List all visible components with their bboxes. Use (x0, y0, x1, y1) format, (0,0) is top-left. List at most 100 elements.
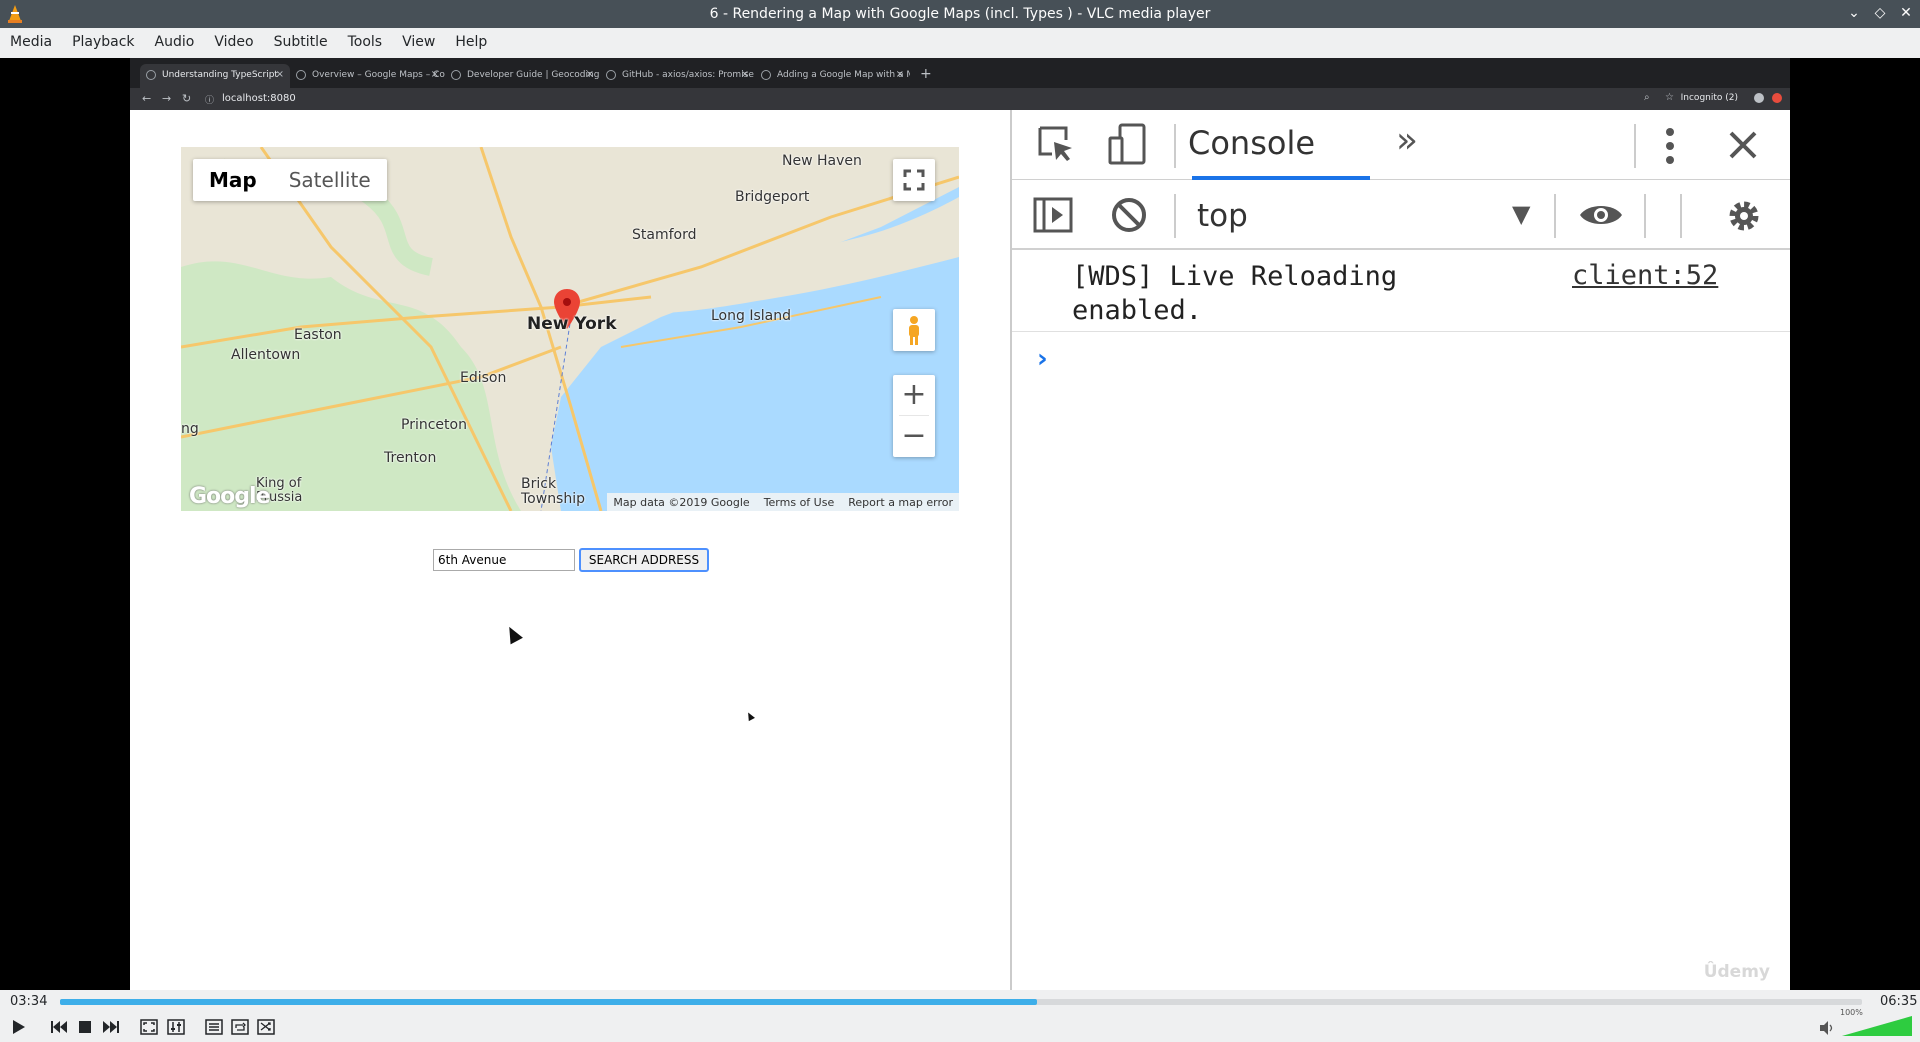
menu-tools[interactable]: Tools (338, 28, 393, 58)
map-label: Easton (294, 327, 342, 343)
map-label: Princeton (401, 417, 467, 433)
maximize-icon[interactable]: ◇ (1872, 3, 1888, 23)
console-log-entry: [WDS] Live Reloading enabled. client:52 (1012, 250, 1790, 332)
url-text: localhost:8080 (222, 93, 296, 104)
map-label: New York (527, 314, 617, 334)
total-time: 06:35 (1880, 994, 1918, 1009)
extended-settings-button[interactable] (165, 1016, 187, 1038)
map-type-satellite-button[interactable]: Satellite (273, 159, 387, 201)
video-frame: Understanding TypeScript × Overview – Goo… (130, 58, 1790, 990)
log-source-link[interactable]: client:52 (1572, 260, 1718, 291)
pegman-icon (909, 316, 919, 345)
map-attribution: Map data ©2019 Google Terms of Use Repor… (607, 493, 959, 511)
close-devtools-icon[interactable] (1728, 130, 1758, 160)
tab-close-icon: × (430, 69, 439, 80)
minimize-icon[interactable]: ⌄ (1846, 3, 1862, 23)
loop-button[interactable] (229, 1016, 251, 1038)
tab-favicon-icon (606, 70, 616, 80)
loop-icon (231, 1019, 249, 1035)
volume-icon[interactable] (1818, 1020, 1836, 1036)
tab-close-icon: × (585, 69, 594, 80)
context-selector[interactable]: top (1197, 198, 1248, 234)
forward-icon: → (162, 92, 172, 105)
menu-playback[interactable]: Playback (62, 28, 144, 58)
map-label: Trenton (384, 450, 437, 466)
play-icon (13, 1020, 25, 1034)
close-icon[interactable]: ✕ (1898, 3, 1914, 23)
live-expression-eye-icon[interactable] (1578, 200, 1624, 230)
stop-button[interactable] (74, 1016, 96, 1038)
tab-label: Developer Guide | Geocoding (467, 70, 600, 80)
inspect-element-icon[interactable] (1036, 124, 1076, 164)
volume-slider[interactable]: 100% (1840, 1008, 1914, 1038)
menu-subtitle[interactable]: Subtitle (264, 28, 338, 58)
volume-percent: 100% (1840, 1008, 1863, 1017)
log-message: [WDS] Live Reloading enabled. (1072, 261, 1398, 326)
zoom-search-icon: ⌕ (1644, 92, 1650, 103)
new-tab-icon: + (920, 66, 932, 82)
zoom-control: + − (893, 375, 935, 457)
zoom-out-button[interactable]: − (893, 416, 935, 456)
equalizer-icon (167, 1019, 185, 1035)
address-input[interactable]: 6th Avenue (433, 549, 575, 571)
report-error-link[interactable]: Report a map error (848, 496, 953, 509)
previous-button[interactable] (48, 1016, 70, 1038)
map-label: Stamford (632, 227, 697, 243)
profile-icon (1772, 93, 1782, 103)
browser-address-bar: ← → ↻ ⓘ localhost:8080 ⌕ ☆ Incognito (2) (130, 88, 1790, 110)
incognito-icon (1754, 93, 1764, 103)
zoom-in-button[interactable]: + (893, 375, 935, 415)
tab-console[interactable]: Console (1188, 124, 1315, 162)
menu-media[interactable]: Media (0, 28, 62, 58)
playlist-button[interactable] (203, 1016, 225, 1038)
menu-help[interactable]: Help (445, 28, 497, 58)
tab-favicon-icon (146, 70, 156, 80)
tab-label: Understanding TypeScript (162, 70, 278, 80)
terms-link[interactable]: Terms of Use (764, 496, 835, 509)
mouse-cursor-icon (503, 623, 523, 645)
more-tabs-icon[interactable]: » (1396, 120, 1418, 161)
menu-video[interactable]: Video (204, 28, 263, 58)
tab-label: Adding a Google Map with a M (777, 70, 910, 80)
devtools-panel: Console » top ▼ [WDS] Live Reloading ena… (1010, 110, 1790, 990)
playback-controls: 03:34 06:35 100% (0, 990, 1920, 1042)
kebab-menu-icon[interactable] (1664, 126, 1676, 166)
mouse-cursor-icon (745, 710, 755, 722)
map-label: Allentown (231, 347, 301, 363)
map-label: Brick Township (521, 476, 586, 507)
search-address-button[interactable]: SEARCH ADDRESS (579, 548, 709, 572)
shuffle-button[interactable] (255, 1016, 277, 1038)
back-icon: ← (142, 92, 152, 105)
web-page: Map Satellite + − New Haven Bridgeport S… (130, 110, 1010, 990)
context-dropdown-icon[interactable]: ▼ (1512, 200, 1530, 228)
elapsed-time: 03:34 (10, 994, 48, 1009)
fullscreen-icon (903, 169, 925, 191)
reload-icon: ↻ (182, 92, 192, 105)
tab-label: Overview – Google Maps – Co (312, 70, 445, 80)
menu-view[interactable]: View (392, 28, 445, 58)
video-area[interactable]: Understanding TypeScript × Overview – Goo… (0, 58, 1920, 990)
pegman-button[interactable] (893, 309, 935, 351)
playlist-icon (205, 1019, 223, 1035)
skip-back-icon (51, 1021, 67, 1033)
tab-favicon-icon (761, 70, 771, 80)
tab-favicon-icon (296, 70, 306, 80)
next-button[interactable] (100, 1016, 122, 1038)
fullscreen-toggle-button[interactable] (138, 1016, 160, 1038)
google-logo: Google (189, 484, 270, 509)
settings-gear-icon[interactable] (1724, 196, 1764, 236)
map-label: Bridgeport (735, 189, 810, 205)
console-prompt-chevron-icon[interactable]: › (1037, 344, 1048, 374)
map-type-map-button[interactable]: Map (193, 159, 273, 201)
menu-audio[interactable]: Audio (145, 28, 205, 58)
fullscreen-button[interactable] (893, 159, 935, 201)
browser-tab: Overview – Google Maps – Co × (290, 64, 445, 88)
clear-console-icon[interactable] (1110, 196, 1148, 234)
play-button[interactable] (7, 1016, 29, 1038)
seek-slider[interactable] (60, 999, 1862, 1005)
window-title: 6 - Rendering a Map with Google Maps (in… (709, 6, 1211, 22)
device-toolbar-icon[interactable] (1106, 122, 1148, 166)
map-label: New Haven (782, 153, 862, 169)
show-sidebar-icon[interactable] (1032, 196, 1074, 234)
tab-close-icon: × (275, 69, 284, 80)
